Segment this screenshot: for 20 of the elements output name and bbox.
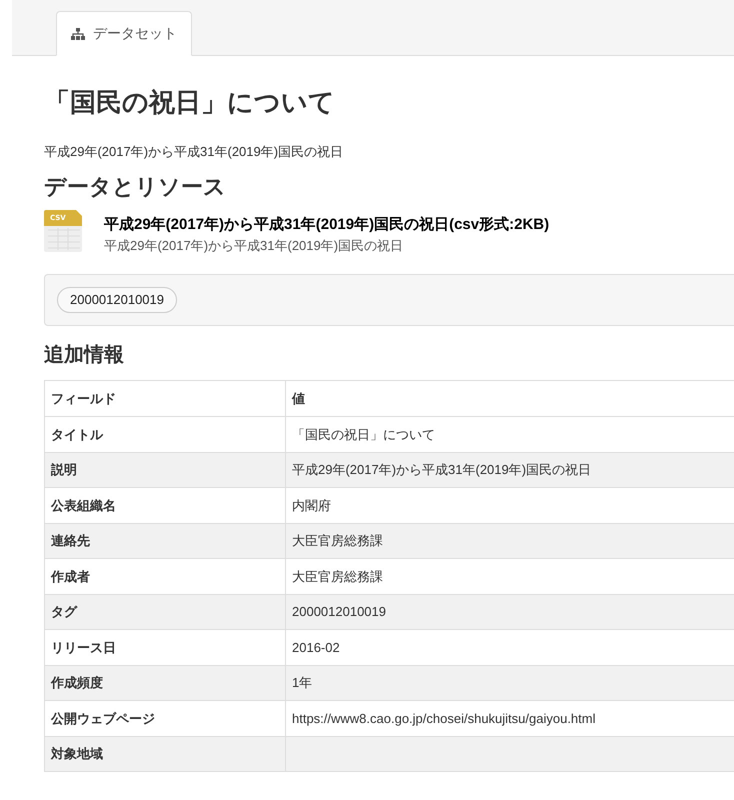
resource-link[interactable]: 平成29年(2017年)から平成31年(2019年)国民の祝日(csv形式:2KB)	[104, 214, 550, 236]
resource-description: 平成29年(2017年)から平成31年(2019年)国民の祝日	[104, 237, 404, 255]
field-name-cell: リリース日	[44, 630, 286, 665]
field-value-cell: 内閣府	[286, 488, 734, 523]
field-value-cell: 大臣官房総務課	[286, 558, 734, 594]
tab[interactable]: データセット	[56, 11, 192, 56]
section-heading: データとリソース	[44, 173, 227, 201]
dataset-description: 平成29年(2017年)から平成31年(2019年)国民の祝日	[44, 143, 344, 161]
field-value-cell: 「国民の祝日」について	[286, 416, 734, 452]
field-value-cell: https://www8.cao.go.jp/chosei/shukujitsu/gaiyou.html	[286, 700, 734, 736]
field-value-cell: 2016-02	[286, 630, 734, 665]
sitemap-icon	[71, 28, 85, 40]
section-heading: 追加情報	[44, 343, 125, 368]
field-name-cell: タイトル	[44, 416, 286, 452]
field-name-cell: 作成者	[44, 558, 286, 594]
tag-pill[interactable]: 2000012010019	[57, 287, 177, 313]
field-name-cell: 対象地域	[44, 736, 286, 772]
page-title: 「国民の祝日」について	[44, 86, 336, 119]
field-name-cell: 公表組織名	[44, 488, 286, 523]
field-name-cell: 公開ウェブページ	[44, 700, 286, 736]
